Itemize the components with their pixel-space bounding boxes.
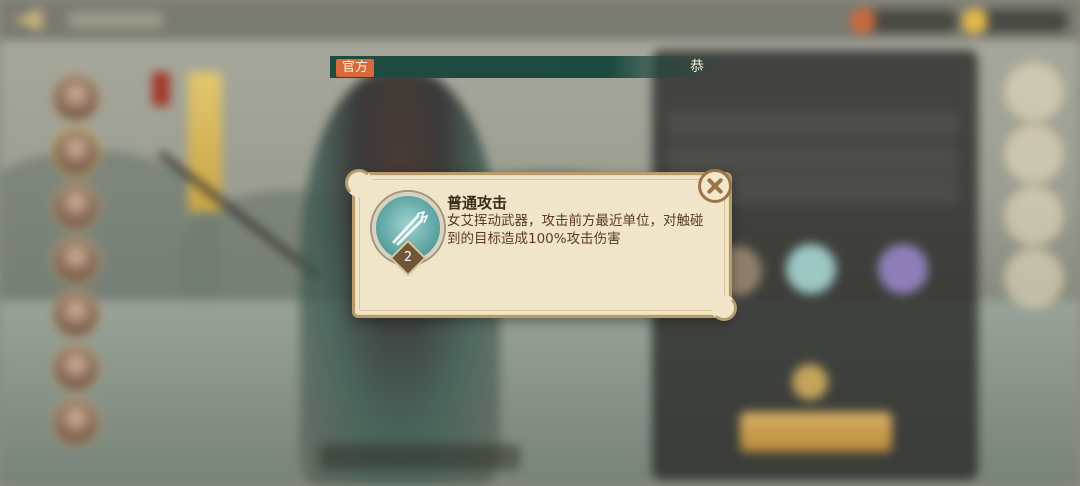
side-menu-button[interactable] <box>1004 248 1064 308</box>
scroll-curl <box>711 295 737 321</box>
avatar[interactable] <box>52 398 100 446</box>
side-menu-button[interactable] <box>1004 124 1064 184</box>
coin-icon <box>850 8 876 34</box>
side-menu-button[interactable] <box>1004 186 1064 246</box>
avatar[interactable] <box>52 128 100 176</box>
skill-description: 女艾挥动武器，攻击前方最近单位，对触碰到的目标造成100%攻击伤害 <box>447 213 704 247</box>
side-menu-button[interactable] <box>1004 62 1064 122</box>
skill-orb[interactable] <box>786 244 836 294</box>
announcement-tag: 官方 <box>336 59 374 77</box>
scroll-curl <box>345 169 373 197</box>
gem-icon <box>962 8 988 34</box>
upgrade-button[interactable] <box>740 412 892 452</box>
skill-orb[interactable] <box>878 244 928 294</box>
avatar[interactable] <box>52 236 100 284</box>
close-x-icon[interactable] <box>698 169 732 203</box>
red-tag <box>152 72 170 106</box>
skill-title: 普通攻击 <box>447 194 508 212</box>
level-number: 2 <box>403 250 413 265</box>
page-title <box>68 12 163 28</box>
avatar[interactable] <box>52 74 100 122</box>
announcement-bar <box>330 56 730 78</box>
stat-row <box>668 110 958 138</box>
rank-badge-icon <box>792 364 828 400</box>
avatar[interactable] <box>52 290 100 338</box>
avatar[interactable] <box>52 182 100 230</box>
announcement-text: 恭 <box>690 59 704 75</box>
resource-pill[interactable] <box>862 10 958 32</box>
bottom-strip <box>320 444 520 470</box>
avatar[interactable] <box>52 344 100 392</box>
